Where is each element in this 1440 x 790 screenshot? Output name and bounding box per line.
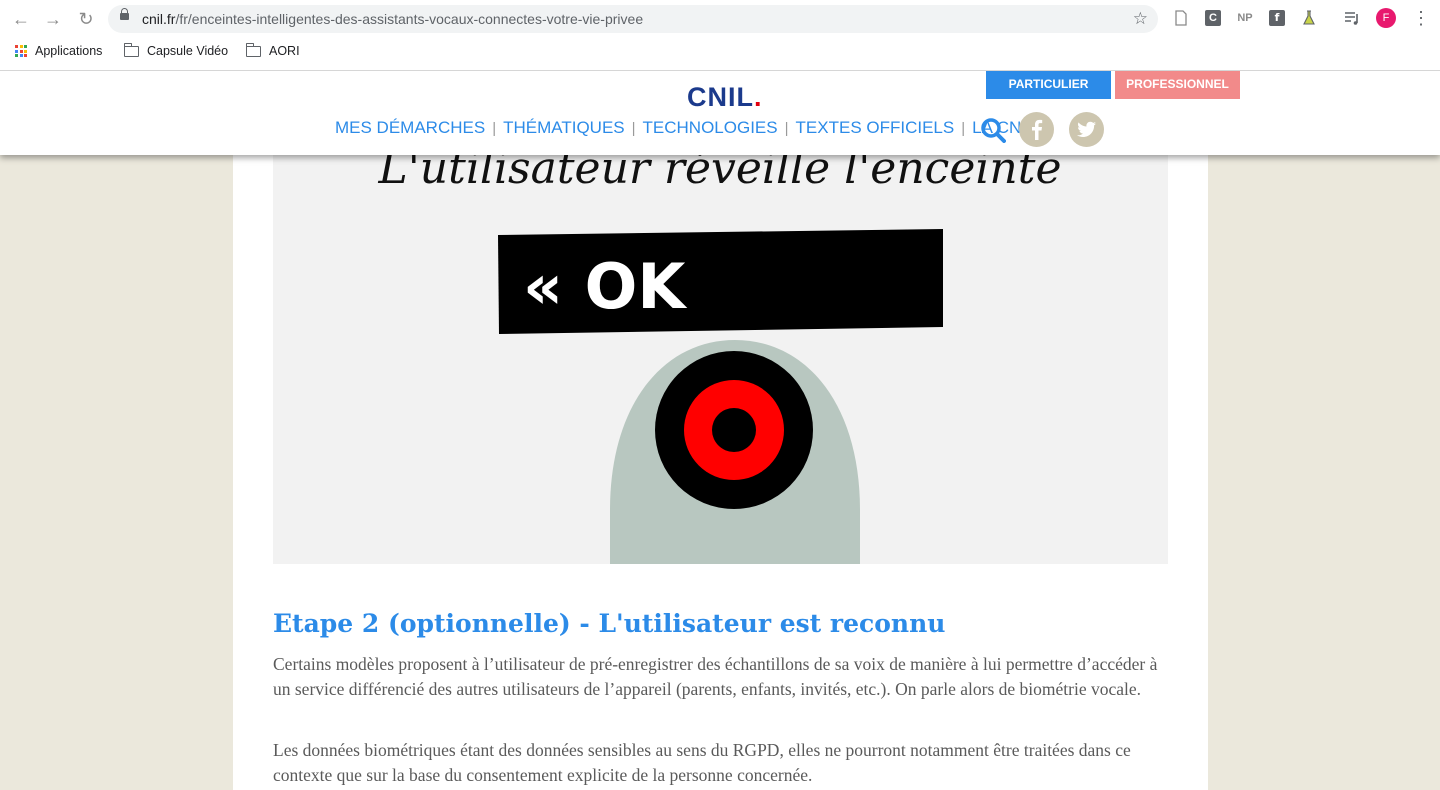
url-host: cnil.fr — [142, 11, 176, 27]
site-header: CNIL. PARTICULIER PROFESSIONNEL MES DÉMA… — [0, 70, 1440, 155]
section-heading: Etape 2 (optionnelle) - L'utilisateur es… — [273, 609, 946, 638]
smart-speaker-illustration: L'utilisateur réveille l'enceinte « OK — [377, 155, 1062, 564]
menu-item-technologies[interactable]: TECHNOLOGIES — [643, 118, 778, 138]
bookmark-label: AORI — [269, 44, 300, 58]
twitter-icon[interactable] — [1069, 112, 1104, 147]
apps-grid-icon — [15, 45, 27, 57]
menu-item-thematiques[interactable]: THÉMATIQUES — [503, 118, 625, 138]
url-path: /fr/enceintes-intelligentes-des-assistan… — [175, 11, 644, 27]
handwritten-caption: L'utilisateur réveille l'enceinte — [377, 155, 1061, 194]
reload-icon[interactable]: ↻ — [76, 9, 96, 29]
main-menu: MES DÉMARCHES | THÉMATIQUES | TECHNOLOGI… — [335, 118, 1053, 138]
address-bar[interactable]: cnil.fr/fr/enceintes-intelligentes-des-a… — [108, 5, 1158, 33]
media-playlist-icon[interactable] — [1344, 10, 1360, 26]
paragraph-2: Les données biométriques étant des donné… — [273, 740, 1131, 785]
np-extension-icon[interactable]: NP — [1235, 10, 1255, 26]
bookmark-aori[interactable]: AORI — [245, 42, 300, 58]
menu-separator: | — [961, 119, 966, 137]
particulier-button[interactable]: PARTICULIER — [986, 70, 1111, 99]
page-extension-icon[interactable] — [1173, 10, 1189, 26]
article-content: L'utilisateur réveille l'enceinte « OK E… — [233, 155, 1208, 790]
bookmark-applications[interactable]: Applications — [15, 44, 102, 58]
speech-ok-text: « OK — [523, 250, 687, 323]
menu-separator: | — [631, 119, 636, 137]
speaker-center — [712, 408, 756, 452]
browser-chrome: ← → ↻ cnil.fr/fr/enceintes-intelligentes… — [0, 0, 1440, 71]
folder-icon — [123, 42, 139, 57]
facebook-extension-icon[interactable]: f — [1269, 10, 1285, 26]
bookmarks-bar: Applications Capsule Vidéo AORI — [0, 40, 1440, 66]
facebook-icon[interactable] — [1019, 112, 1054, 147]
flask-extension-icon[interactable] — [1301, 10, 1317, 26]
c-extension-icon[interactable]: C — [1205, 10, 1221, 26]
browser-menu-icon[interactable]: ⋮ — [1412, 8, 1430, 28]
bookmark-star-icon[interactable]: ☆ — [1133, 9, 1148, 29]
profile-avatar[interactable]: F — [1376, 8, 1396, 28]
bookmark-label: Applications — [35, 44, 103, 58]
illustration-image: L'utilisateur réveille l'enceinte « OK — [273, 155, 1168, 564]
lock-icon — [120, 8, 129, 20]
bookmark-capsule-video[interactable]: Capsule Vidéo — [123, 42, 229, 58]
paragraph-1: Certains modèles proposent à l’utilisate… — [273, 654, 1158, 699]
bookmark-label: Capsule Vidéo — [147, 44, 229, 58]
menu-separator: | — [492, 119, 497, 137]
menu-item-textes-officiels[interactable]: TEXTES OFFICIELS — [796, 118, 955, 138]
back-arrow-icon[interactable]: ← — [11, 9, 31, 29]
url-text[interactable]: cnil.fr/fr/enceintes-intelligentes-des-a… — [142, 11, 643, 27]
cnil-logo[interactable]: CNIL. — [687, 82, 763, 113]
menu-separator: | — [784, 119, 789, 137]
professionnel-button[interactable]: PROFESSIONNEL — [1115, 70, 1240, 99]
folder-icon — [245, 42, 261, 57]
menu-item-mes-demarches[interactable]: MES DÉMARCHES — [335, 118, 485, 138]
forward-arrow-icon[interactable]: → — [43, 9, 63, 29]
search-icon[interactable] — [980, 117, 1006, 143]
browser-toolbar: ← → ↻ cnil.fr/fr/enceintes-intelligentes… — [0, 0, 1440, 38]
